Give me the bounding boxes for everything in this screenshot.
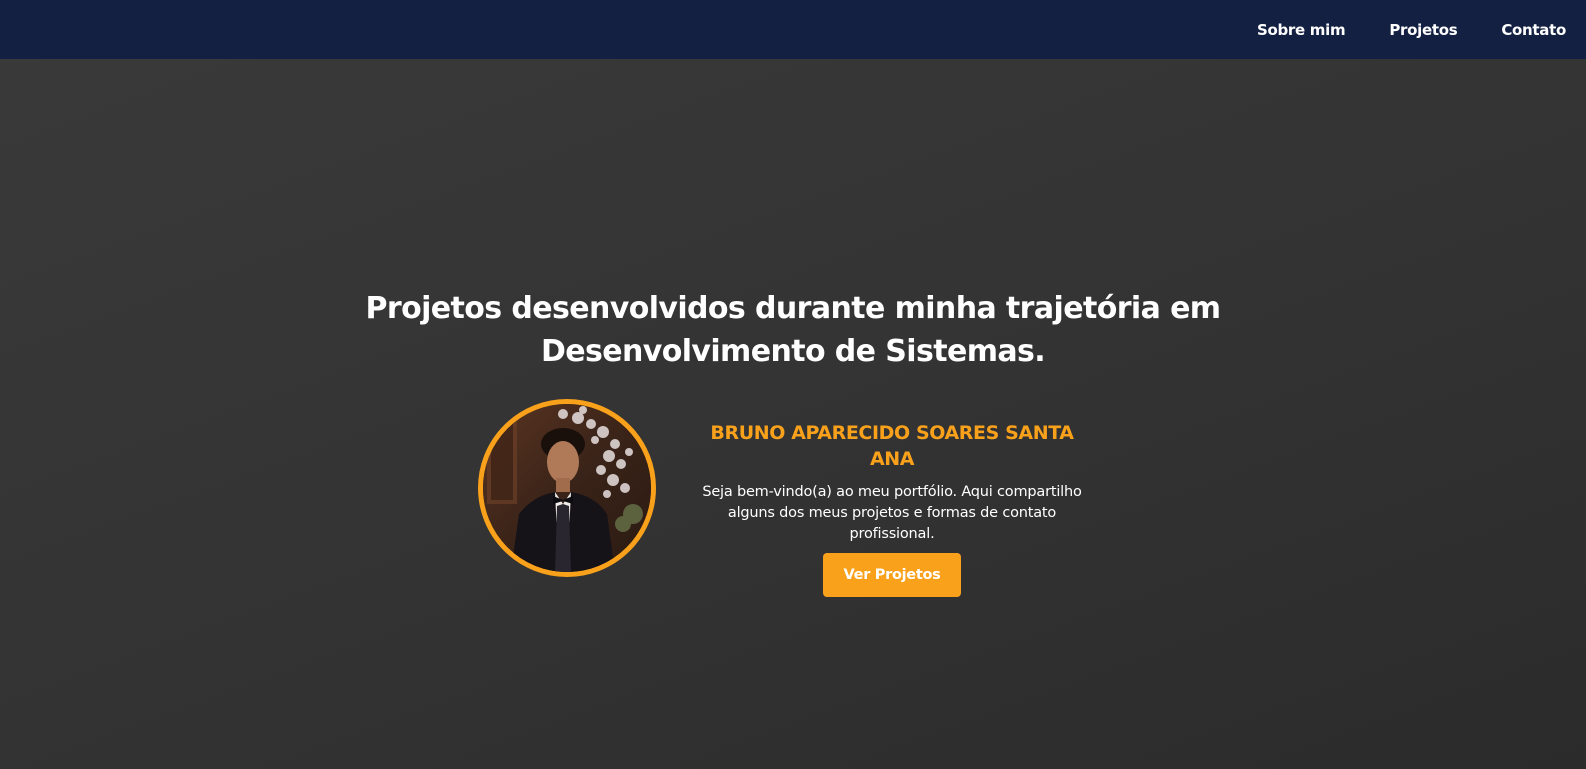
- profile-info: BRUNO APARECIDO SOARES SANTA ANA Seja be…: [692, 420, 1092, 597]
- hero-title-line-1: Projetos desenvolvidos durante minha tra…: [365, 291, 1222, 326]
- nav-link-projetos[interactable]: Projetos: [1389, 21, 1457, 39]
- profile-description: Seja bem-vindo(a) ao meu portfólio. Aqui…: [702, 484, 1082, 542]
- top-navbar: Sobre mim Projetos Contato: [0, 0, 1586, 59]
- profile-photo: [478, 399, 656, 577]
- person-photo-icon: [483, 404, 651, 572]
- hero-title-line-2: Desenvolvimento de Sistemas.: [540, 334, 1046, 369]
- view-projects-button[interactable]: Ver Projetos: [823, 553, 961, 597]
- profile-name: BRUNO APARECIDO SOARES SANTA ANA: [710, 422, 1074, 470]
- nav-link-sobre-mim[interactable]: Sobre mim: [1257, 21, 1346, 39]
- hero-title: Projetos desenvolvidos durante minha tra…: [0, 287, 1586, 373]
- nav-link-contato[interactable]: Contato: [1501, 21, 1566, 39]
